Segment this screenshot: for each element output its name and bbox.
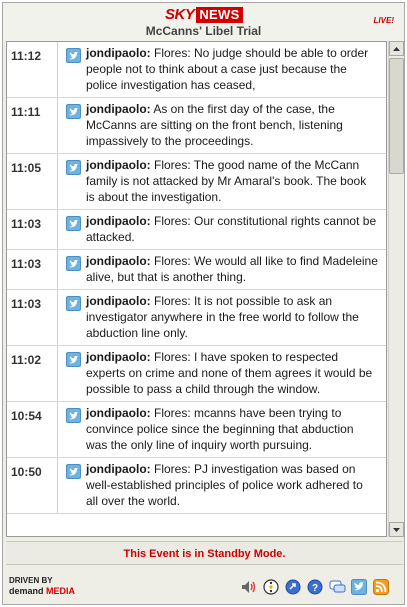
svg-text:?: ?	[312, 583, 318, 594]
feed-item-time: 11:12	[11, 49, 42, 63]
feed-item-time: 10:54	[11, 409, 42, 423]
feed-item-time: 11:03	[11, 297, 42, 311]
divider	[57, 42, 58, 97]
scroll-up-button[interactable]	[389, 41, 404, 56]
divider	[57, 290, 58, 345]
rss-icon[interactable]	[372, 578, 390, 596]
divider	[57, 250, 58, 289]
chat-icon[interactable]	[328, 578, 346, 596]
feed-item-time: 11:03	[11, 257, 42, 271]
help-icon[interactable]: ?	[306, 578, 324, 596]
feed-item-time: 11:11	[11, 105, 41, 119]
feed-item-message: jondipaolo: Flores: It is not possible t…	[86, 290, 386, 345]
divider	[57, 98, 58, 153]
driven-by-label: DRIVEN BY	[9, 576, 53, 585]
feed-item-user[interactable]: jondipaolo:	[86, 158, 151, 172]
feed-item-user[interactable]: jondipaolo:	[86, 102, 151, 116]
brand-media-text: MEDIA	[46, 586, 76, 596]
popout-icon[interactable]	[284, 578, 302, 596]
sky-news-logo: SKY NEWS	[165, 7, 243, 23]
status-bar: This Event is in Standby Mode.	[6, 541, 403, 565]
standby-message: This Event is in Standby Mode.	[123, 548, 286, 560]
twitter-bird-icon	[66, 48, 81, 63]
feed-item-time: 11:05	[11, 161, 42, 175]
twitter-bird-icon	[66, 160, 81, 175]
feed-item: 11:12 jondipaolo: Flores: No judge should…	[7, 42, 386, 98]
divider	[57, 458, 58, 513]
event-title: McCanns' Libel Trial	[145, 24, 262, 38]
feed-item-message: jondipaolo: Flores: We would all like to…	[86, 250, 386, 289]
live-badge: LIVE!	[373, 16, 394, 25]
twitter-bird-icon	[66, 408, 81, 423]
footer: DRIVEN BY demand MEDIA ?	[3, 568, 404, 604]
feed-item-message: jondipaolo: Flores: The good name of the…	[86, 154, 386, 209]
feed-item: 11:03 jondipaolo: Flores: We would all li…	[7, 250, 386, 290]
feed-item-user[interactable]: jondipaolo:	[86, 254, 151, 268]
twitter-bird-icon	[66, 464, 81, 479]
feed-item: 11:05 jondipaolo: Flores: The good name o…	[7, 154, 386, 210]
twitter-bird-icon	[66, 296, 81, 311]
header: SKY NEWS McCanns' Libel Trial LIVE!	[3, 3, 404, 41]
feed-item-user[interactable]: jondipaolo:	[86, 214, 151, 228]
divider	[57, 402, 58, 457]
divider	[57, 154, 58, 209]
feed-item-user[interactable]: jondipaolo:	[86, 350, 151, 364]
feed-item-user[interactable]: jondipaolo:	[86, 406, 151, 420]
twitter-bird-icon	[66, 352, 81, 367]
message-feed[interactable]: 11:12 jondipaolo: Flores: No judge should…	[6, 41, 387, 537]
scroll-down-button[interactable]	[389, 522, 404, 537]
twitter-bird-icon	[66, 104, 81, 119]
divider	[57, 346, 58, 401]
joystick-icon[interactable]	[262, 578, 280, 596]
feed-item-message: jondipaolo: Flores: No judge should be a…	[86, 42, 386, 97]
feed-item-message: jondipaolo: As on the first day of the c…	[86, 98, 386, 153]
live-event-widget: SKY NEWS McCanns' Libel Trial LIVE! 11:1…	[2, 2, 405, 605]
feed-item-time: 11:03	[11, 217, 42, 231]
feed-item: 10:50 jondipaolo: Flores: PJ investigatio…	[7, 458, 386, 514]
feed-item: 11:03 jondipaolo: Flores: It is not possi…	[7, 290, 386, 346]
feed-item-user[interactable]: jondipaolo:	[86, 462, 151, 476]
feed-item-user[interactable]: jondipaolo:	[86, 46, 151, 60]
divider	[57, 210, 58, 249]
feed-item-user[interactable]: jondipaolo:	[86, 294, 151, 308]
arrow-down-icon	[393, 527, 400, 532]
footer-toolbar: ?	[240, 578, 390, 596]
demand-media-logo[interactable]: DRIVEN BY demand MEDIA	[9, 576, 75, 596]
feed-item-message: jondipaolo: Flores: I have spoken to res…	[86, 346, 386, 401]
feed-item: 11:11 jondipaolo: As on the first day of …	[7, 98, 386, 154]
feed-item: 10:54 jondipaolo: Flores: mcanns have bee…	[7, 402, 386, 458]
twitter-bird-icon	[66, 216, 81, 231]
feed-item-message: jondipaolo: Flores: PJ investigation was…	[86, 458, 386, 513]
feed-item: 11:03 jondipaolo: Flores: Our constitutio…	[7, 210, 386, 250]
twitter-icon[interactable]	[350, 578, 368, 596]
logo-sky-text: SKY	[165, 6, 195, 23]
speaker-icon[interactable]	[240, 578, 258, 596]
feed-item-time: 11:02	[11, 353, 42, 367]
arrow-up-icon	[393, 46, 400, 51]
twitter-bird-icon	[66, 256, 81, 271]
logo-news-text: NEWS	[196, 7, 243, 23]
feed-item-message: jondipaolo: Flores: mcanns have been try…	[86, 402, 386, 457]
feed-scrollbar[interactable]	[388, 41, 404, 537]
brand-demand-text: demand	[9, 586, 44, 596]
feed-item: 11:02 jondipaolo: Flores: I have spoken t…	[7, 346, 386, 402]
feed-item-message: jondipaolo: Flores: Our constitutional r…	[86, 210, 386, 249]
scroll-thumb[interactable]	[389, 58, 404, 174]
feed-item-time: 10:50	[11, 465, 42, 479]
